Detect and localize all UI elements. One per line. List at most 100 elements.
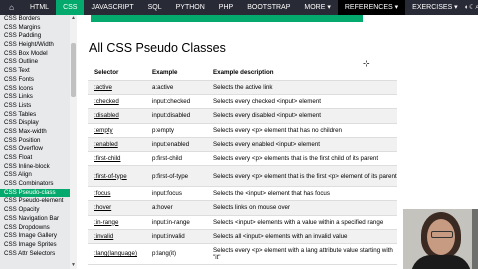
description-cell: Selects every <p> elements that is the f… <box>207 151 397 167</box>
sidebar-link[interactable]: CSS Inline-block <box>0 163 77 172</box>
description-cell: Selects every <p> element that has no ch… <box>207 123 397 138</box>
selector-cell: :invalid <box>88 229 146 244</box>
sidebar-link[interactable]: CSS Borders <box>0 15 77 24</box>
example-cell: p:first-of-type <box>146 165 207 188</box>
sidebar-link[interactable]: CSS Tables <box>0 111 77 120</box>
nav-html[interactable]: HTML <box>23 0 56 15</box>
sidebar-link[interactable]: CSS Padding <box>0 32 77 41</box>
sidebar-link[interactable]: CSS Image Gallery <box>0 232 77 241</box>
selector-link[interactable]: :disabled <box>94 112 119 119</box>
selector-cell: :disabled <box>88 108 146 124</box>
nav-exercises[interactable]: EXERCISES ▾ <box>405 0 465 15</box>
sidebar-link[interactable]: CSS Icons <box>0 85 77 94</box>
sidebar-link[interactable]: CSS Outline <box>0 58 77 67</box>
sidebar-link[interactable]: CSS Max-width <box>0 128 77 137</box>
example-cell: input:enabled <box>146 137 207 152</box>
table-row: :first-child p:first-child Selects every <… <box>88 151 397 167</box>
description-cell: Selects every checked <input> element <box>207 94 397 110</box>
scrollbar-thumb[interactable] <box>71 43 76 97</box>
nav-bootstrap[interactable]: BOOTSTRAP <box>240 0 297 15</box>
sidebar-link[interactable]: CSS Links <box>0 93 77 102</box>
selector-link[interactable]: :empty <box>94 127 113 134</box>
scroll-up-icon[interactable]: ▲ <box>70 15 77 22</box>
selector-cell: :lang(language) <box>88 243 146 265</box>
selector-link[interactable]: :first-of-type <box>94 173 127 180</box>
selector-link[interactable]: :focus <box>94 190 111 197</box>
sidebar-link[interactable]: CSS Display <box>0 119 77 128</box>
description-cell: Selects all <input> elements with an inv… <box>207 229 397 244</box>
sidebar-link[interactable]: CSS Margins <box>0 24 77 33</box>
selector-link[interactable]: :checked <box>94 98 119 105</box>
table-row: :hover a:hover Selects links on mouse over <box>88 200 397 216</box>
sidebar-link[interactable]: CSS Combinators <box>0 180 77 189</box>
example-cell: input:invalid <box>146 229 207 244</box>
pseudo-classes-table: Selector Example Example description :ac… <box>88 64 397 265</box>
example-cell: a:hover <box>146 200 207 216</box>
selector-cell: :focus <box>88 186 146 202</box>
selector-link[interactable]: :enabled <box>94 141 118 148</box>
page-title: All CSS Pseudo Classes <box>89 41 226 55</box>
sidebar-link[interactable]: CSS Align <box>0 171 77 180</box>
nav-php[interactable]: PHP <box>212 0 240 15</box>
sidebar-link[interactable]: CSS Overflow <box>0 145 77 154</box>
nav-references[interactable]: REFERENCES ▾ <box>337 0 406 15</box>
table-row: :first-of-type p:first-of-type Selects eve… <box>88 165 397 188</box>
scroll-down-icon[interactable]: ▼ <box>70 262 77 269</box>
table-row: :checked input:checked Selects every check… <box>88 94 397 110</box>
sidebar-link[interactable]: CSS Fonts <box>0 76 77 85</box>
sidebar-link[interactable]: CSS Pseudo-element <box>0 197 77 206</box>
sidebar-link[interactable]: CSS Pseudo-class <box>0 188 77 198</box>
selector-link[interactable]: :invalid <box>94 233 113 240</box>
nav-javascript[interactable]: JAVASCRIPT <box>84 0 140 15</box>
webcam-frame-edge <box>472 209 478 269</box>
description-cell: Selects every enabled <input> element <box>207 137 397 152</box>
selector-link[interactable]: :in-range <box>94 219 118 226</box>
example-cell: p:empty <box>146 123 207 138</box>
sidebar-link[interactable]: CSS Lists <box>0 102 77 111</box>
sidebar-link[interactable]: CSS Dropdowns <box>0 224 77 233</box>
table-row: :invalid input:invalid Selects all <input>… <box>88 229 397 244</box>
sidebar-link[interactable]: CSS Height/Width <box>0 41 77 50</box>
selector-cell: :enabled <box>88 137 146 152</box>
home-button[interactable]: ⌂ <box>0 0 23 15</box>
description-cell: Selects every <p> element that is the fi… <box>207 165 397 188</box>
sidebar: CSS Borders CSS Margins CSS Padding CSS Hei… <box>0 15 77 269</box>
nav-python[interactable]: PYTHON <box>169 0 212 15</box>
table-row: :disabled input:disabled Selects every dis… <box>88 108 397 124</box>
sidebar-link[interactable]: CSS Navigation Bar <box>0 215 77 224</box>
green-button-strip[interactable] <box>91 15 363 22</box>
example-cell: input:checked <box>146 94 207 110</box>
top-navigation-bar: ⌂ HTML CSS JAVASCRIPT SQL PYTHON PHP BOO… <box>0 0 478 15</box>
description-cell: Selects every <p> element with a lang at… <box>207 243 397 265</box>
table-row: :focus input:focus Selects the <input> ele… <box>88 186 397 202</box>
sidebar-link[interactable]: CSS Float <box>0 154 77 163</box>
header-selector: Selector <box>88 64 146 81</box>
table-row: :lang(language) p:lang(it) Selects every <… <box>88 243 397 265</box>
sidebar-scrollbar[interactable]: ▲ ▼ <box>70 15 77 269</box>
nav-more[interactable]: MORE ▾ <box>297 0 337 15</box>
selector-link[interactable]: :first-child <box>94 155 120 162</box>
selector-cell: :in-range <box>88 215 146 230</box>
selector-link[interactable]: :active <box>94 84 112 91</box>
selector-cell: :active <box>88 80 146 96</box>
sidebar-link[interactable]: CSS Image Sprites <box>0 241 77 250</box>
selector-link[interactable]: :hover <box>94 204 111 211</box>
example-cell: a:active <box>146 80 207 96</box>
description-cell: Selects the active link <box>207 80 397 96</box>
nav-css[interactable]: CSS <box>56 0 85 15</box>
sidebar-link[interactable]: CSS Text <box>0 67 77 76</box>
selector-cell: :first-of-type <box>88 165 146 188</box>
selector-link[interactable]: :lang(language) <box>94 250 137 257</box>
home-icon: ⌂ <box>9 3 14 12</box>
sidebar-link[interactable]: CSS Box Model <box>0 50 77 59</box>
header-example: Example <box>146 64 207 81</box>
table-row: :enabled input:enabled Selects every enabl… <box>88 137 397 152</box>
description-cell: Selects the <input> element that has foc… <box>207 186 397 202</box>
sidebar-link[interactable]: CSS Opacity <box>0 206 77 215</box>
table-row: :active a:active Selects the active link <box>88 80 397 96</box>
sidebar-link[interactable]: CSS Attr Selectors <box>0 250 77 259</box>
sidebar-link[interactable]: CSS Position <box>0 137 77 146</box>
nav-sql[interactable]: SQL <box>141 0 169 15</box>
example-cell: input:in-range <box>146 215 207 230</box>
webcam-overlay <box>403 209 478 269</box>
